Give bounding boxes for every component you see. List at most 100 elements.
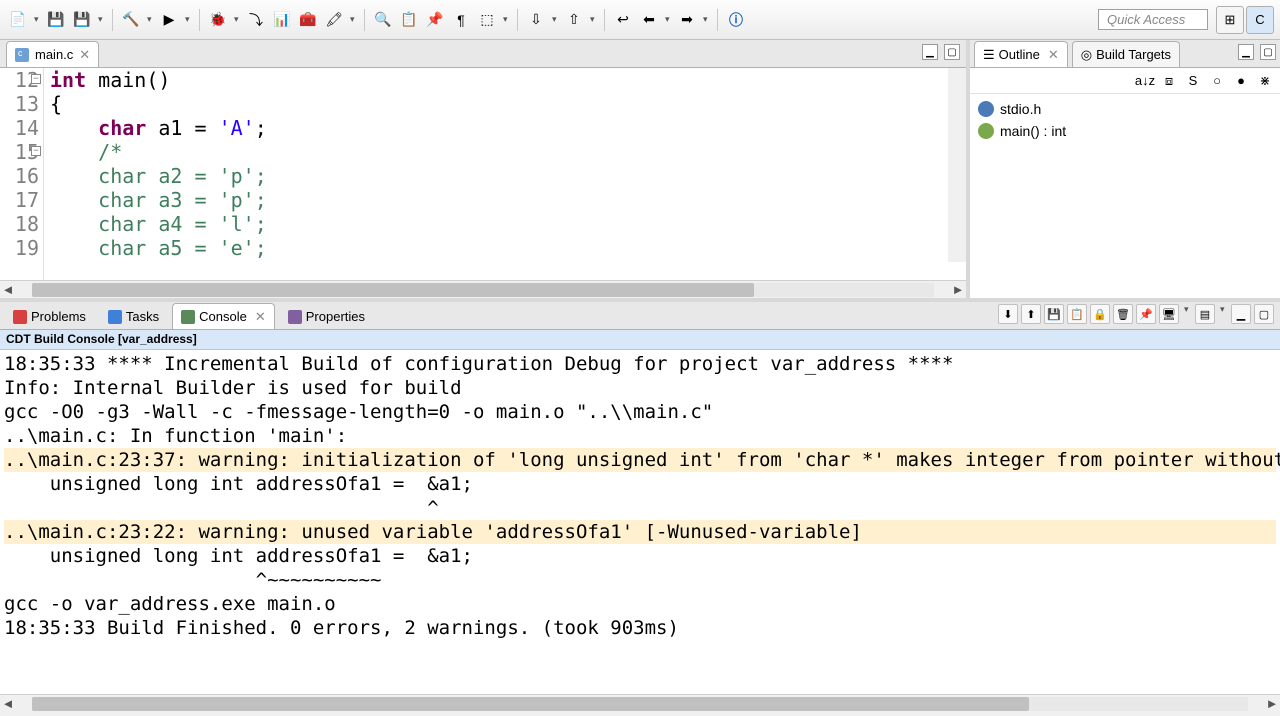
cs-dd[interactable]: ▾ xyxy=(1218,304,1228,324)
tab-tasks[interactable]: Tasks xyxy=(99,303,168,329)
maximize-icon[interactable]: ▢ xyxy=(944,44,960,60)
profile-icon[interactable]: 📊 xyxy=(270,8,294,32)
editor-pane: main.c ✕ ▁ ▢ 12−131415−16171819 int main… xyxy=(0,40,970,298)
outline-toolbar: a↓z ⧈ S ○ ● ⋇ xyxy=(970,68,1280,94)
code-editor[interactable]: 12−131415−16171819 int main(){ char a1 =… xyxy=(0,68,966,280)
scroll-thumb[interactable] xyxy=(32,697,1029,711)
minimize-icon[interactable]: ▁ xyxy=(1231,304,1251,324)
outline-item[interactable]: stdio.h xyxy=(978,98,1272,120)
next-icon[interactable]: ⬆ xyxy=(1021,304,1041,324)
outline-item[interactable]: main() : int xyxy=(978,120,1272,142)
display-icon[interactable]: 🖥 xyxy=(1159,304,1179,324)
scroll-thumb[interactable] xyxy=(32,283,754,297)
disp-dd[interactable]: ▾ xyxy=(1182,304,1192,324)
close-icon[interactable]: ✕ xyxy=(1048,47,1059,63)
console-hscroll[interactable]: ◄ ► xyxy=(0,694,1280,712)
pin-console-icon[interactable]: 📌 xyxy=(1136,304,1156,324)
console-select-icon[interactable]: ▤ xyxy=(1195,304,1215,324)
forward-icon[interactable]: ➡ xyxy=(675,8,699,32)
hide-static-icon[interactable]: S xyxy=(1184,72,1202,90)
console-icon xyxy=(181,310,195,324)
hdr-icon xyxy=(978,101,994,117)
new-dropdown[interactable]: ▾ xyxy=(32,14,42,25)
close-icon[interactable]: ✕ xyxy=(255,309,266,325)
back-dd[interactable]: ▾ xyxy=(663,14,673,25)
open-type-icon[interactable]: 🔍 xyxy=(371,8,395,32)
tab-outline-label: Outline xyxy=(999,47,1040,62)
next-annotation-icon[interactable]: ⇩ xyxy=(524,8,548,32)
console-title: CDT Build Console [var_address] xyxy=(0,330,1280,350)
save-icon[interactable]: 💾 xyxy=(44,8,68,32)
fwd-dd[interactable]: ▾ xyxy=(701,14,711,25)
tab-tasks-label: Tasks xyxy=(126,309,159,324)
run-dd[interactable]: ▾ xyxy=(183,14,193,25)
link-icon[interactable]: ⋇ xyxy=(1256,72,1274,90)
hl-dd[interactable]: ▾ xyxy=(348,14,358,25)
pin-icon[interactable]: 📌 xyxy=(423,8,447,32)
editor-tabbar: main.c ✕ ▁ ▢ xyxy=(0,40,966,68)
editor-tab-main-c[interactable]: main.c ✕ xyxy=(6,41,99,67)
ext-tools-icon[interactable]: 🧰 xyxy=(296,8,320,32)
maximize-icon[interactable]: ▢ xyxy=(1254,304,1274,324)
filter-icon[interactable]: ● xyxy=(1232,72,1250,90)
run-icon[interactable]: ▶ xyxy=(157,8,181,32)
maximize-icon[interactable]: ▢ xyxy=(1260,44,1276,60)
hide-nonpublic-icon[interactable]: ○ xyxy=(1208,72,1226,90)
close-icon[interactable]: ✕ xyxy=(79,47,90,63)
fold-icon[interactable]: − xyxy=(31,146,41,156)
c-perspective-icon[interactable]: C xyxy=(1246,6,1274,34)
hide-fields-icon[interactable]: ⧈ xyxy=(1160,72,1178,90)
bottom-tabbar: Problems Tasks Console✕ Properties ⬇ ⬆ 💾… xyxy=(0,302,1280,330)
minimize-icon[interactable]: ▁ xyxy=(1238,44,1254,60)
save-console-icon[interactable]: 💾 xyxy=(1044,304,1064,324)
target-icon: ◎ xyxy=(1081,47,1092,63)
info-icon[interactable]: ⓘ xyxy=(724,8,748,32)
fold-icon[interactable]: − xyxy=(31,74,41,84)
pa-dd[interactable]: ▾ xyxy=(588,14,598,25)
back-icon[interactable]: ⬅ xyxy=(637,8,661,32)
tab-build-targets-label: Build Targets xyxy=(1096,47,1171,62)
outline-tree[interactable]: stdio.hmain() : int xyxy=(970,94,1280,146)
console-output[interactable]: 18:35:33 **** Incremental Build of confi… xyxy=(0,350,1280,694)
debug-dd[interactable]: ▾ xyxy=(232,14,242,25)
tab-problems[interactable]: Problems xyxy=(4,303,95,329)
na-dd[interactable]: ▾ xyxy=(550,14,560,25)
clear-icon[interactable]: 🗑 xyxy=(1113,304,1133,324)
tab-properties[interactable]: Properties xyxy=(279,303,374,329)
save-all-icon[interactable]: 💾 xyxy=(70,8,94,32)
prev-annotation-icon[interactable]: ⇧ xyxy=(562,8,586,32)
sort-icon[interactable]: a↓z xyxy=(1136,72,1154,90)
lock-icon[interactable]: 🔒 xyxy=(1090,304,1110,324)
editor-tab-label: main.c xyxy=(35,47,73,62)
para-icon[interactable]: ¶ xyxy=(449,8,473,32)
outline-icon: ☰ xyxy=(983,47,995,63)
open-perspective-icon[interactable]: ⊞ xyxy=(1216,6,1244,34)
tab-build-targets[interactable]: ◎ Build Targets xyxy=(1072,41,1180,67)
skip-icon[interactable]: ⤵ xyxy=(244,8,268,32)
block-icon[interactable]: ⬚ xyxy=(475,8,499,32)
scroll-left-icon[interactable]: ◄ xyxy=(0,282,16,297)
line-gutter: 12−131415−16171819 xyxy=(0,68,44,280)
build-icon[interactable]: 🔨 xyxy=(119,8,143,32)
last-edit-icon[interactable]: ↩ xyxy=(611,8,635,32)
vertical-scrollbar[interactable] xyxy=(948,68,966,262)
save-dd[interactable]: ▾ xyxy=(96,14,106,25)
quick-access-input[interactable]: Quick Access xyxy=(1098,9,1208,30)
debug-icon[interactable]: 🐞 xyxy=(206,8,230,32)
tab-outline[interactable]: ☰ Outline ✕ xyxy=(974,41,1068,67)
code-content[interactable]: int main(){ char a1 = 'A'; /* char a2 = … xyxy=(44,68,966,280)
scroll-right-icon[interactable]: ► xyxy=(1264,696,1280,711)
prev-icon[interactable]: ⬇ xyxy=(998,304,1018,324)
minimize-icon[interactable]: ▁ xyxy=(922,44,938,60)
tab-console[interactable]: Console✕ xyxy=(172,303,275,329)
scroll-left-icon[interactable]: ◄ xyxy=(0,696,16,711)
block-dd[interactable]: ▾ xyxy=(501,14,511,25)
task-icon[interactable]: 📋 xyxy=(397,8,421,32)
problems-icon xyxy=(13,310,27,324)
horizontal-scrollbar[interactable]: ◄ ► xyxy=(0,280,966,298)
new-icon[interactable]: 📄 xyxy=(6,8,30,32)
build-dd[interactable]: ▾ xyxy=(145,14,155,25)
copy-icon[interactable]: 📋 xyxy=(1067,304,1087,324)
scroll-right-icon[interactable]: ► xyxy=(950,282,966,297)
highlight-icon[interactable]: 🖍 xyxy=(322,8,346,32)
